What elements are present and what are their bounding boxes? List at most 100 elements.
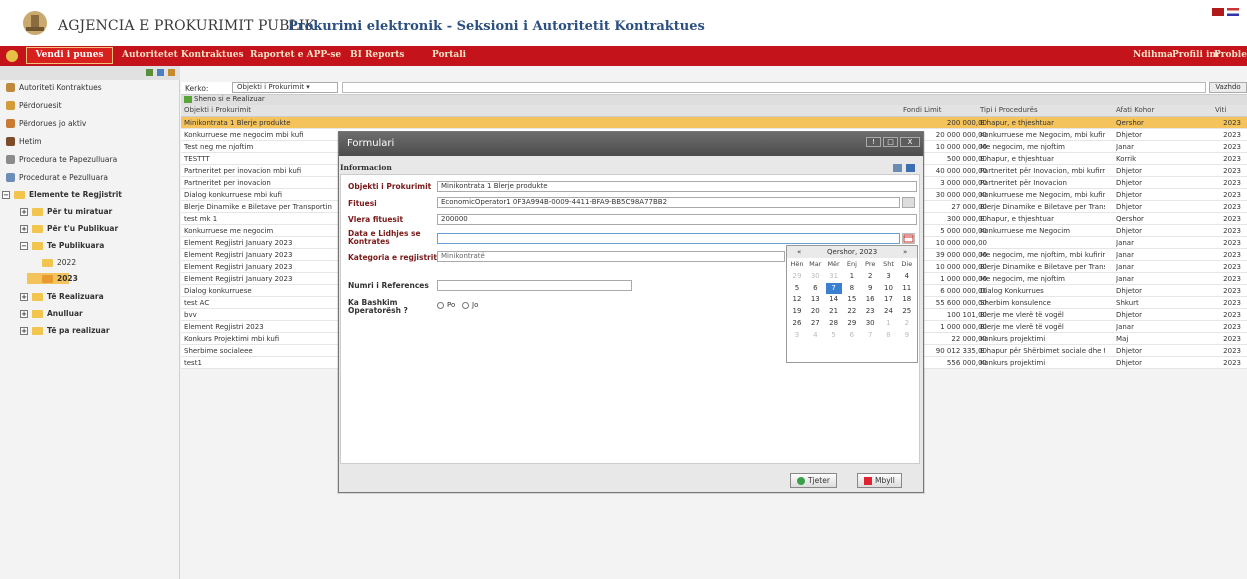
sidebar-item-procedura-papezulluara[interactable]: Procedura te Papezulluara bbox=[6, 155, 117, 164]
mark-realized-button[interactable]: Sheno si e Realizuar bbox=[194, 95, 265, 103]
calendar-day[interactable]: 30 bbox=[807, 271, 823, 282]
menu-ndihma[interactable]: Ndihma bbox=[1133, 50, 1173, 60]
tree-icon[interactable] bbox=[146, 69, 153, 76]
calendar-day[interactable]: 22 bbox=[844, 306, 860, 317]
table-row[interactable]: Minikontrata 1 Blerje produkte 200 000,00… bbox=[181, 117, 1247, 129]
collapse-icon[interactable]: − bbox=[2, 190, 10, 199]
maximize-icon[interactable]: □ bbox=[883, 137, 898, 147]
modal-title[interactable]: Formulari bbox=[339, 132, 923, 156]
expand-icon[interactable]: + bbox=[20, 292, 28, 301]
calendar-day[interactable]: 28 bbox=[826, 318, 842, 329]
calendar-day[interactable]: 27 bbox=[807, 318, 823, 329]
calendar-day[interactable]: 8 bbox=[844, 283, 860, 294]
calendar-day[interactable]: 4 bbox=[899, 271, 915, 282]
menu-vendi-punes[interactable]: Vendi i punes bbox=[26, 47, 113, 64]
calendar-day[interactable]: 1 bbox=[881, 318, 897, 329]
calendar-day[interactable]: 9 bbox=[862, 283, 878, 294]
calendar-day[interactable]: 10 bbox=[881, 283, 897, 294]
calendar-day[interactable]: 3 bbox=[881, 271, 897, 282]
expand-icon[interactable]: + bbox=[20, 224, 28, 233]
calendar-day[interactable]: 7 bbox=[825, 282, 842, 294]
refresh-icon[interactable] bbox=[168, 69, 175, 76]
sidebar-item-per-tu-miratuar[interactable]: + Për tu miratuar bbox=[20, 207, 112, 216]
sidebar-item-anulluar[interactable]: + Anulluar bbox=[20, 309, 83, 318]
sidebar-item-2023[interactable]: 2023 bbox=[42, 274, 78, 283]
sidebar-item-autoriteti[interactable]: Autoriteti Kontraktues bbox=[6, 83, 102, 92]
close-icon[interactable]: X bbox=[900, 137, 920, 147]
menu-problemet[interactable]: Problemet bbox=[1214, 50, 1247, 60]
calendar-day[interactable]: 19 bbox=[789, 306, 805, 317]
calendar-day[interactable]: 6 bbox=[807, 283, 823, 294]
calendar-day[interactable]: 5 bbox=[826, 330, 842, 341]
calendar-day[interactable]: 14 bbox=[826, 294, 842, 305]
menu-profili[interactable]: Profili im bbox=[1172, 50, 1219, 60]
grid-icon[interactable] bbox=[157, 69, 164, 76]
sidebar-item-elemente[interactable]: − Elemente te Regjistrit bbox=[2, 190, 122, 199]
sidebar-item-perdoruesit[interactable]: Përdoruesit bbox=[6, 101, 62, 110]
expand-icon[interactable]: + bbox=[20, 309, 28, 318]
calendar-day[interactable]: 13 bbox=[807, 294, 823, 305]
menu-bi-reports[interactable]: BI Reports bbox=[350, 50, 404, 60]
next-month-button[interactable]: » bbox=[903, 246, 907, 258]
sidebar-item-hetim[interactable]: Hetim bbox=[6, 137, 42, 146]
vlera-field[interactable]: 200000 bbox=[437, 214, 917, 225]
calendar-day[interactable]: 21 bbox=[826, 306, 842, 317]
expand-icon[interactable]: + bbox=[20, 207, 28, 216]
search-field-select[interactable]: Objekti i Prokurimit ▾ bbox=[232, 82, 338, 93]
calendar-day[interactable]: 20 bbox=[807, 306, 823, 317]
calendar-day[interactable]: 23 bbox=[862, 306, 878, 317]
radio-circle[interactable] bbox=[437, 301, 444, 309]
prev-month-button[interactable]: « bbox=[797, 246, 801, 258]
menu-autoritetet[interactable]: Autoritetet Kontraktues bbox=[122, 50, 244, 60]
calendar-day[interactable]: 16 bbox=[862, 294, 878, 305]
mbyll-button[interactable]: Mbyll bbox=[857, 473, 902, 488]
calendar-day[interactable]: 25 bbox=[899, 306, 915, 317]
calendar-day[interactable]: 15 bbox=[844, 294, 860, 305]
calendar-icon[interactable] bbox=[902, 233, 915, 244]
calendar-day[interactable]: 18 bbox=[899, 294, 915, 305]
vazhdo-button[interactable]: Vazhdo bbox=[1209, 82, 1247, 93]
help-icon[interactable]: ! bbox=[866, 137, 881, 147]
calendar-day[interactable]: 9 bbox=[899, 330, 915, 341]
sidebar-item-procedurat-pezulluara[interactable]: Procedurat e Pezulluara bbox=[6, 173, 108, 182]
objekti-field[interactable]: Minikontrata 1 Blerje produkte bbox=[437, 181, 917, 192]
calendar-day[interactable]: 24 bbox=[881, 306, 897, 317]
col-header-afati[interactable]: Afati Kohor bbox=[1116, 106, 1154, 114]
menu-portali[interactable]: Portali bbox=[432, 50, 466, 60]
col-header-viti[interactable]: Viti bbox=[1215, 106, 1226, 114]
sidebar-item-per-tu-publikuar[interactable]: + Për t'u Publikuar bbox=[20, 224, 118, 233]
calendar-day[interactable]: 11 bbox=[899, 283, 915, 294]
lookup-icon[interactable] bbox=[902, 197, 915, 208]
calendar-day[interactable]: 4 bbox=[807, 330, 823, 341]
calendar-day[interactable]: 7 bbox=[862, 330, 878, 341]
calendar-day[interactable]: 1 bbox=[844, 271, 860, 282]
col-header-fondi[interactable]: Fondi Limit bbox=[903, 106, 941, 114]
english-flag-icon[interactable] bbox=[1227, 8, 1239, 16]
search-input[interactable] bbox=[342, 82, 1206, 93]
print-icon[interactable] bbox=[893, 164, 902, 172]
calendar-day[interactable]: 3 bbox=[789, 330, 805, 341]
col-header-objekti[interactable]: Objekti i Prokurimit bbox=[184, 106, 251, 114]
calendar-day[interactable]: 29 bbox=[844, 318, 860, 329]
fituesi-field[interactable]: EconomicOperator1 0F3A994B-0009-4411-BFA… bbox=[437, 197, 900, 208]
numri-references-field[interactable] bbox=[437, 280, 632, 291]
gear-icon[interactable] bbox=[6, 50, 18, 62]
sidebar-item-perdorues-jo-aktiv[interactable]: Përdorues jo aktiv bbox=[6, 119, 86, 128]
calendar-day[interactable]: 17 bbox=[881, 294, 897, 305]
collapse-icon[interactable]: − bbox=[20, 241, 28, 250]
sidebar-item-2022[interactable]: 2022 bbox=[42, 258, 76, 267]
data-lidhjes-field[interactable] bbox=[437, 233, 900, 244]
edit-icon[interactable] bbox=[906, 164, 915, 172]
tjeter-button[interactable]: Tjeter bbox=[790, 473, 837, 488]
calendar-day[interactable]: 26 bbox=[789, 318, 805, 329]
sidebar-item-te-publikuara[interactable]: − Te Publikuara bbox=[20, 241, 104, 250]
albanian-flag-icon[interactable] bbox=[1212, 8, 1224, 16]
calendar-day[interactable]: 31 bbox=[826, 271, 842, 282]
radio-po[interactable]: Po bbox=[437, 301, 455, 309]
expand-icon[interactable]: + bbox=[20, 326, 28, 335]
calendar-day[interactable]: 8 bbox=[881, 330, 897, 341]
radio-jo[interactable]: Jo bbox=[462, 301, 478, 309]
calendar-day[interactable]: 6 bbox=[844, 330, 860, 341]
sidebar-item-te-pa-realizuar[interactable]: + Të pa realizuar bbox=[20, 326, 110, 335]
calendar-day[interactable]: 5 bbox=[789, 283, 805, 294]
